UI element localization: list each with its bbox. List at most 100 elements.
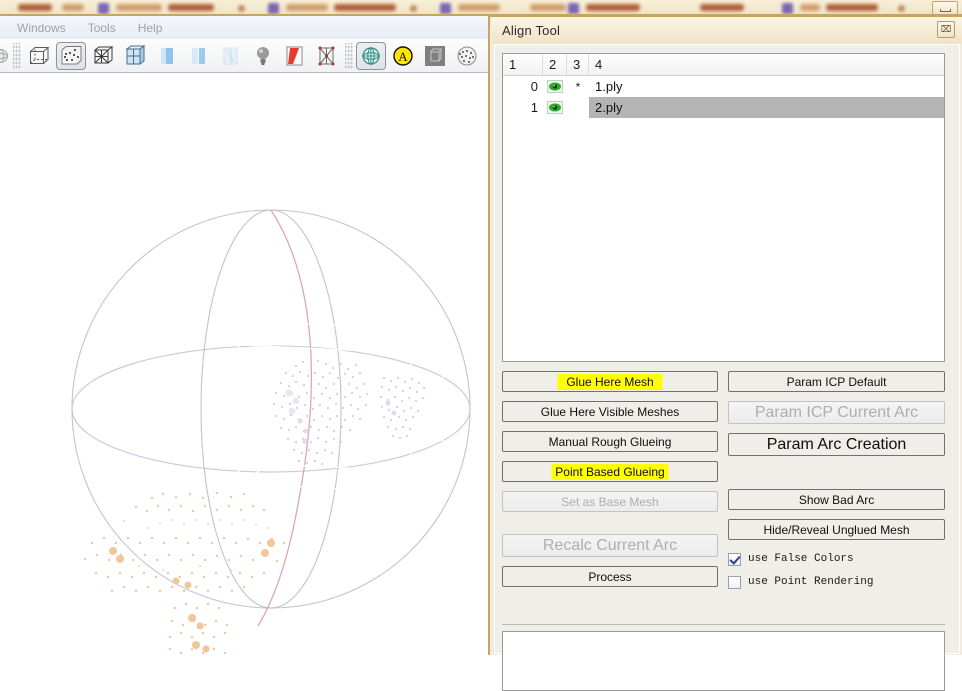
button-label: Glue Here Visible Meshes — [540, 404, 680, 419]
hide-reveal-unglued-mesh-button[interactable]: Hide/Reveal Unglued Mesh — [728, 519, 945, 540]
mesh-row-name[interactable]: 1.ply — [589, 76, 944, 97]
flat-lines-box-icon[interactable] — [120, 42, 150, 70]
mesh-row-base-flag: * — [575, 79, 581, 94]
param-arc-creation-button[interactable]: Param Arc Creation — [728, 433, 945, 456]
browser-tabstrip — [0, 0, 962, 16]
eye-icon[interactable] — [543, 101, 567, 114]
toolbar-grip-2[interactable] — [345, 42, 353, 69]
menu-help[interactable]: Help — [129, 19, 172, 37]
mesh-list-header: 1 2 3 4 — [503, 54, 944, 76]
column-header-1[interactable]: 1 — [503, 54, 543, 75]
param-icp-default-button[interactable]: Param ICP Default — [728, 371, 945, 392]
mesh-list[interactable]: 1 2 3 4 0 * 1.ply 1 2.ply — [502, 53, 945, 362]
blurred-tab-text — [530, 4, 566, 11]
blurred-tab-text — [334, 4, 396, 11]
wireframe-box-icon[interactable] — [88, 42, 118, 70]
process-button[interactable]: Process — [502, 566, 718, 587]
menu-windows[interactable]: Windows — [8, 19, 75, 37]
toolbar-grip[interactable] — [13, 42, 21, 69]
align-tool-titlebar[interactable]: Align Tool ⌧ — [492, 17, 962, 44]
button-label: Param ICP Default — [786, 374, 887, 389]
svg-text:A: A — [398, 49, 408, 64]
button-label: Hide/Reveal Unglued Mesh — [763, 522, 910, 537]
glue-here-visible-meshes-button[interactable]: Glue Here Visible Meshes — [502, 401, 718, 422]
button-column-right: Param ICP Default Param ICP Current Arc … — [728, 371, 945, 596]
button-label: Glue Here Mesh — [566, 374, 654, 389]
blurred-favicon — [568, 3, 579, 14]
close-icon[interactable]: ⌧ — [937, 21, 955, 38]
point-cloud-box-icon[interactable] — [56, 41, 86, 70]
glue-here-mesh-button[interactable]: Glue Here Mesh — [502, 371, 718, 392]
mesh-row-index: 1 — [530, 100, 538, 115]
light-bulb-icon[interactable] — [248, 42, 278, 70]
button-label: Param Arc Creation — [766, 435, 907, 453]
recalc-current-arc-button[interactable]: Recalc Current Arc — [502, 534, 718, 557]
column-header-4[interactable]: 4 — [589, 54, 944, 75]
smooth-shading-icon[interactable] — [152, 42, 182, 70]
manual-rough-glueing-button[interactable]: Manual Rough Glueing — [502, 431, 718, 452]
use-point-rendering-label: use Point Rendering — [748, 576, 874, 588]
blurred-tab-text — [458, 4, 500, 11]
align-tool-body: 1 2 3 4 0 * 1.ply 1 2.ply Glue Here Mesh… — [494, 44, 960, 691]
set-as-base-mesh-button[interactable]: Set as Base Mesh — [502, 491, 718, 512]
button-column-left: Glue Here Mesh Glue Here Visible Meshes … — [502, 371, 718, 596]
blurred-favicon — [782, 3, 793, 14]
minimize-button[interactable] — [932, 1, 958, 15]
menu-tools[interactable]: Tools — [79, 19, 125, 37]
blurred-tab-text — [586, 4, 640, 11]
use-point-rendering-checkbox[interactable] — [728, 575, 741, 589]
point-based-glueing-button[interactable]: Point Based Glueing — [502, 461, 718, 482]
button-label: Set as Base Mesh — [561, 494, 659, 509]
param-icp-current-arc-button[interactable]: Param ICP Current Arc — [728, 401, 945, 424]
blurred-tab-text — [286, 4, 328, 11]
double-side-color-icon[interactable] — [280, 42, 310, 70]
show-bad-arc-button[interactable]: Show Bad Arc — [728, 489, 945, 510]
mesh-list-row[interactable]: 1 2.ply — [503, 97, 944, 118]
log-panel[interactable] — [502, 631, 945, 691]
toolbar: A — [0, 39, 490, 73]
eye-icon[interactable] — [543, 80, 567, 93]
blurred-tab-close — [898, 5, 905, 12]
align-tool-title: Align Tool — [502, 23, 561, 38]
button-label: Show Bad Arc — [798, 492, 875, 507]
3d-point-cloud-viewport[interactable] — [0, 73, 490, 655]
button-label: Point Based Glueing — [555, 464, 665, 479]
measure-icon[interactable] — [420, 42, 450, 70]
blurred-tab-text — [18, 4, 52, 11]
trackball-icon[interactable] — [356, 41, 386, 70]
vertex-quality-icon[interactable] — [312, 42, 342, 70]
bounding-box-icon[interactable] — [24, 42, 54, 70]
column-header-3[interactable]: 3 — [567, 54, 589, 75]
menubar: Windows Tools Help — [0, 16, 490, 39]
mesh-row-name[interactable]: 2.ply — [589, 97, 944, 118]
partial-sphere-icon[interactable] — [0, 42, 10, 70]
button-label: Recalc Current Arc — [542, 536, 678, 554]
point-set-icon[interactable] — [452, 42, 482, 70]
blurred-tab-text — [168, 4, 214, 11]
blurred-tab-close — [410, 5, 417, 12]
align-tool-window: Align Tool ⌧ 1 2 3 4 0 * 1.ply 1 2.ply G… — [488, 16, 962, 691]
blurred-tab-close — [238, 5, 245, 12]
blurred-tab-text — [116, 4, 162, 11]
align-tool-icon[interactable]: A — [388, 42, 418, 70]
mesh-row-index: 0 — [530, 79, 538, 94]
meshlab-main-area: Windows Tools Help A — [0, 16, 490, 655]
align-tool-buttons: Glue Here Mesh Glue Here Visible Meshes … — [502, 371, 945, 596]
panel-divider — [502, 624, 945, 625]
use-false-colors-checkbox[interactable] — [728, 552, 741, 566]
use-false-colors-row[interactable]: use False Colors — [728, 549, 945, 569]
blurred-tab-text — [62, 4, 84, 11]
blurred-tab-text — [826, 4, 878, 11]
button-label: Manual Rough Glueing — [548, 434, 672, 449]
use-false-colors-label: use False Colors — [748, 553, 854, 565]
mesh-list-row[interactable]: 0 * 1.ply — [503, 76, 944, 97]
blurred-favicon — [268, 3, 279, 14]
button-label: Param ICP Current Arc — [754, 403, 919, 421]
transparent-shading-icon[interactable] — [216, 42, 246, 70]
column-header-2[interactable]: 2 — [543, 54, 567, 75]
blurred-favicon — [98, 3, 109, 14]
blurred-tab-text — [700, 4, 744, 11]
blurred-tab-text — [800, 4, 820, 11]
flat-shading-icon[interactable] — [184, 42, 214, 70]
use-point-rendering-row[interactable]: use Point Rendering — [728, 572, 945, 592]
